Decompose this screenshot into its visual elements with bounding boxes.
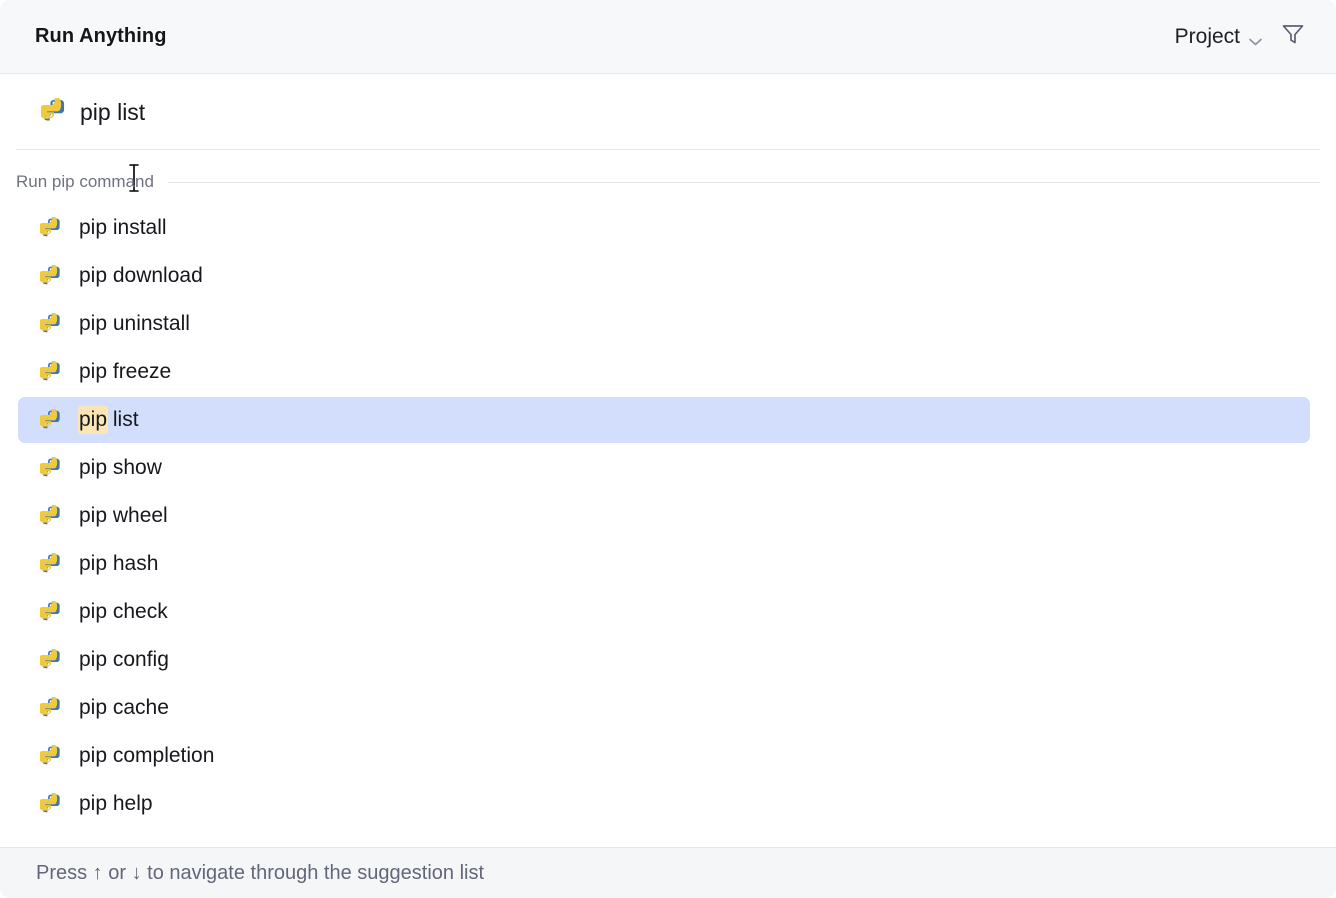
python-icon [40,505,63,528]
list-item-label: pip check [79,600,168,624]
navigation-hint: Press ↑ or ↓ to navigate through the sug… [36,862,484,885]
list-item[interactable]: pip help [0,780,1336,828]
python-icon [40,793,63,816]
list-item[interactable]: pip cache [0,684,1336,732]
list-item[interactable]: pip wheel [0,492,1336,540]
page-title: Run Anything [35,0,167,73]
header-actions: Project [1175,0,1308,73]
list-item[interactable]: pip completion [0,732,1336,780]
python-icon [40,553,63,576]
group-header: Run pip command [0,168,1336,196]
group-header-label: Run pip command [16,172,154,192]
list-item-label: pip install [79,216,167,240]
search-field[interactable]: pip list [0,74,1336,150]
python-icon [40,745,63,768]
chevron-down-icon [1249,33,1262,41]
group-header-divider [168,182,1320,183]
scope-dropdown[interactable]: Project [1175,25,1262,49]
python-icon [40,409,63,432]
list-item-label: pip show [79,456,162,480]
match-highlight: pip [78,406,108,434]
filter-funnel-icon [1281,23,1305,51]
list-item-label: pip completion [79,744,214,768]
python-icon [40,457,63,480]
run-anything-popup: Run Anything Project [0,0,1336,898]
list-item-label: pip freeze [79,360,171,384]
list-item[interactable]: pip hash [0,540,1336,588]
list-item-label: pip help [79,792,153,816]
list-item-label: pip download [79,264,203,288]
python-icon [40,601,63,624]
search-divider [16,149,1320,150]
list-item[interactable]: pip freeze [0,348,1336,396]
list-item[interactable]: pip uninstall [0,300,1336,348]
list-item-label: pip config [79,648,169,672]
list-item-label: pip cache [79,696,169,720]
search-input-value[interactable]: pip list [80,74,145,150]
list-item[interactable]: pip config [0,636,1336,684]
list-item[interactable]: pip download [0,252,1336,300]
python-icon [40,697,63,720]
scope-label: Project [1175,25,1240,49]
popup-footer: Press ↑ or ↓ to navigate through the sug… [0,847,1336,898]
list-item[interactable]: pip list [0,396,1336,444]
list-item[interactable]: pip check [0,588,1336,636]
suggestion-list[interactable]: pip install pip download pip uninstall p… [0,204,1336,828]
python-icon [41,98,68,125]
list-item[interactable]: pip show [0,444,1336,492]
list-item[interactable]: pip install [0,204,1336,252]
list-item-label: pip hash [79,552,158,576]
list-item-label: pip uninstall [79,312,190,336]
list-item-label: pip wheel [79,504,168,528]
python-icon [40,217,63,240]
python-icon [40,313,63,336]
popup-header: Run Anything Project [0,0,1336,74]
python-icon [40,361,63,384]
python-icon [40,265,63,288]
list-item-label: pip list [79,408,139,432]
filter-button[interactable] [1278,22,1308,52]
python-icon [40,649,63,672]
